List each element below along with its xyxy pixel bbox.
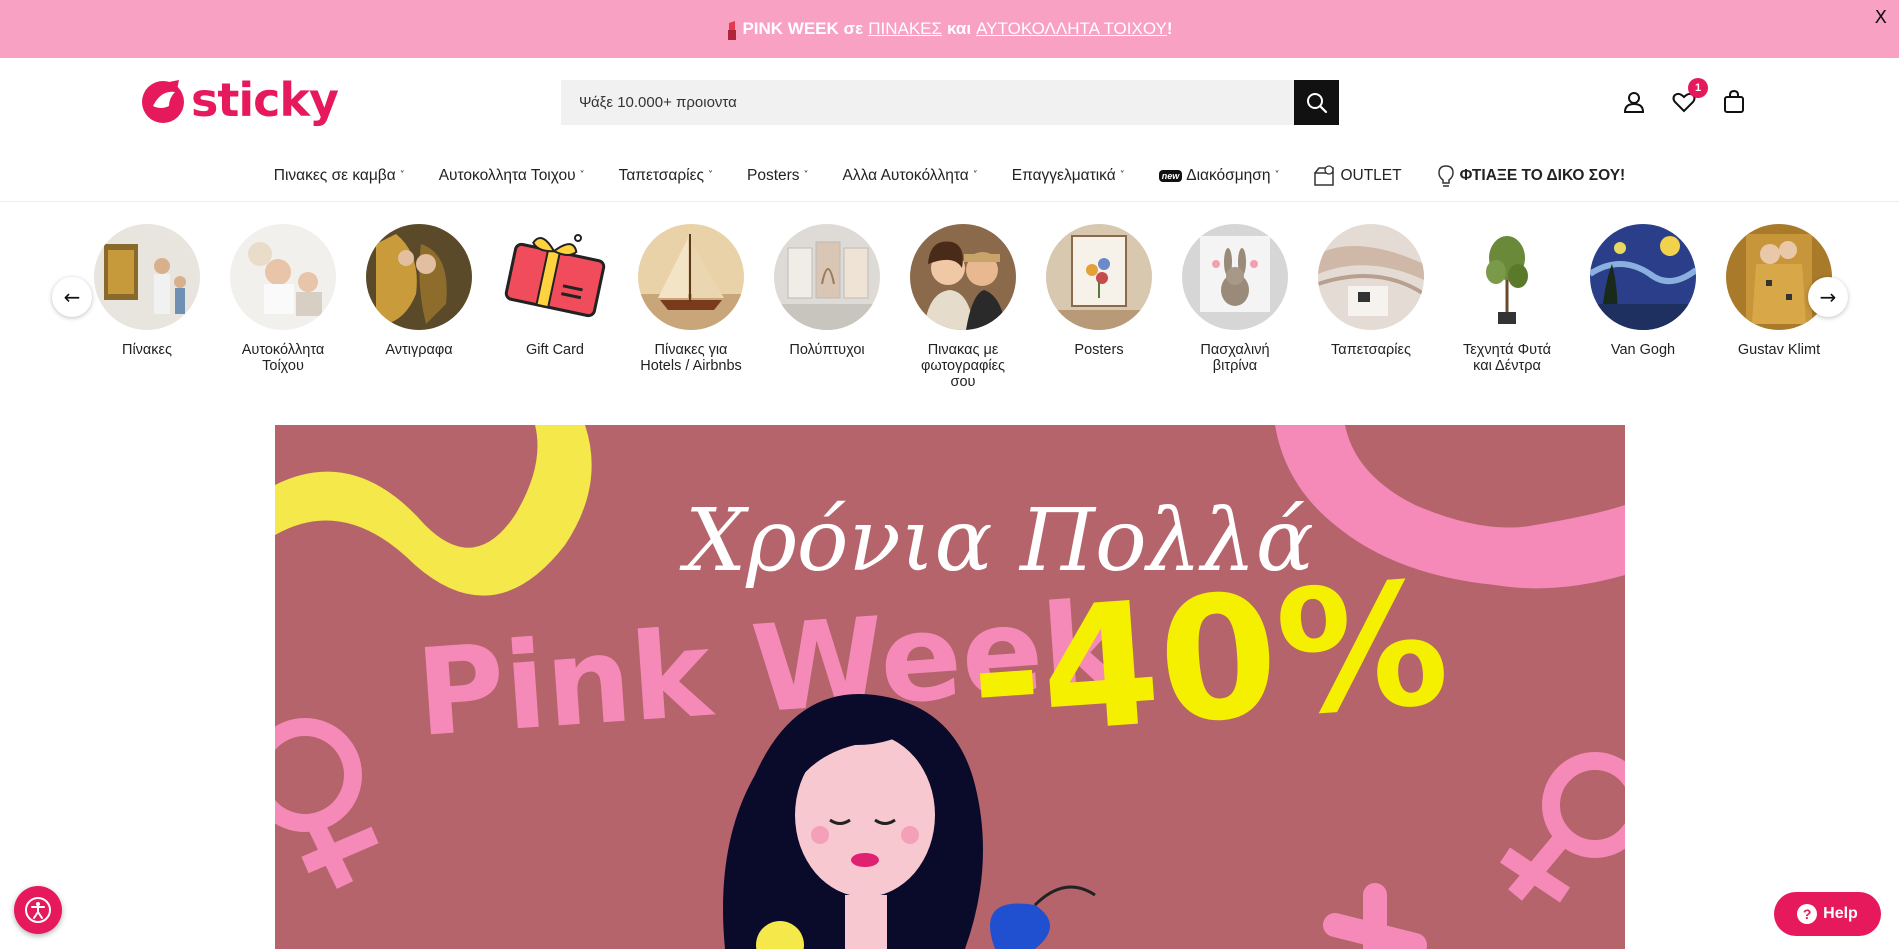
category-label: Posters bbox=[1074, 342, 1124, 358]
category-image bbox=[1046, 224, 1152, 330]
nav-item-professional[interactable]: Επαγγελματικά ˅ bbox=[995, 167, 1142, 185]
hero-artwork: Χρόνια Πολλά Pink Week -40% bbox=[275, 425, 1625, 949]
nav-item-make-your-own[interactable]: ΦΤΙΑΞΕ ΤΟ ΔΙΚΟ ΣΟΥ! bbox=[1419, 164, 1643, 188]
arrow-left-icon: ← bbox=[63, 285, 81, 309]
chevron-down-icon: ˅ bbox=[579, 169, 585, 181]
chevron-down-icon: ˅ bbox=[1274, 169, 1280, 181]
category-item-easter-window[interactable]: Πασχαλινή βιτρίνα bbox=[1167, 224, 1303, 374]
lipstick-icon bbox=[728, 21, 737, 40]
category-label: Gustav Klimt bbox=[1737, 342, 1821, 358]
logo-text: sticky bbox=[191, 73, 339, 127]
hero-discount: -40% bbox=[964, 545, 1454, 776]
category-image bbox=[1454, 224, 1560, 330]
category-image bbox=[230, 224, 336, 330]
nav-item-posters[interactable]: Posters ˅ bbox=[730, 167, 826, 185]
nav-item-decoration[interactable]: new Διακόσμηση ˅ bbox=[1142, 167, 1297, 185]
category-label: Τεχνητά Φυτά και Δέντρα bbox=[1463, 342, 1551, 374]
search-icon bbox=[1306, 92, 1327, 113]
category-item-posters[interactable]: Posters bbox=[1031, 224, 1167, 358]
main-navigation: Πινακες σε καμβα ˅ Αυτοκολλητα Τοιχου ˅ Τα… bbox=[0, 154, 1899, 198]
search-bar bbox=[561, 80, 1339, 125]
accessibility-button[interactable] bbox=[14, 886, 62, 934]
category-image bbox=[910, 224, 1016, 330]
user-icon bbox=[1623, 92, 1645, 113]
lightbulb-icon bbox=[1437, 165, 1454, 187]
category-item-gift-card[interactable]: Gift Card bbox=[487, 224, 623, 358]
announcement-close-button[interactable]: X bbox=[1875, 7, 1887, 28]
arrow-right-icon: → bbox=[1819, 285, 1837, 309]
announcement-link-wall-stickers[interactable]: ΑΥΤΟΚΟΛΛΗΤΑ ΤΟΙΧΟΥ bbox=[976, 19, 1167, 39]
category-carousel: ← Πίνακες Αυτοκόλλητα Τοίχου Αντιγραφα G… bbox=[0, 202, 1899, 402]
category-label: Ταπετσαρίες bbox=[1331, 342, 1411, 358]
header-actions: 1 bbox=[1620, 78, 1748, 116]
category-image bbox=[1726, 224, 1832, 330]
announcement-link-paintings[interactable]: ΠΙΝΑΚΕΣ bbox=[868, 19, 942, 39]
category-label: Πίνακες για Hotels / Airbnbs bbox=[640, 342, 742, 374]
category-image bbox=[1590, 224, 1696, 330]
category-item-hotel-paintings[interactable]: Πίνακες για Hotels / Airbnbs bbox=[623, 224, 759, 374]
help-label: Help bbox=[1823, 905, 1858, 922]
category-item-wallpapers[interactable]: Ταπετσαρίες bbox=[1303, 224, 1439, 358]
category-item-wall-stickers[interactable]: Αυτοκόλλητα Τοίχου bbox=[215, 224, 351, 374]
chevron-down-icon: ˅ bbox=[803, 169, 809, 181]
category-image bbox=[774, 224, 880, 330]
category-label: Αυτοκόλλητα Τοίχου bbox=[241, 342, 325, 374]
announcement-end: ! bbox=[1166, 19, 1173, 38]
category-label: Πασχαλινή βιτρίνα bbox=[1200, 342, 1270, 374]
category-image bbox=[94, 224, 200, 330]
hero-banner[interactable]: Χρόνια Πολλά Pink Week -40% bbox=[275, 425, 1625, 949]
category-image bbox=[502, 224, 608, 330]
new-tag-badge: new bbox=[1158, 170, 1183, 182]
nav-item-wall-stickers[interactable]: Αυτοκολλητα Τοιχου ˅ bbox=[422, 167, 602, 185]
category-item-replicas[interactable]: Αντιγραφα bbox=[351, 224, 487, 358]
search-button[interactable] bbox=[1294, 80, 1339, 125]
category-label: Gift Card bbox=[525, 342, 584, 358]
chevron-down-icon: ˅ bbox=[972, 169, 978, 181]
nav-item-wallpapers[interactable]: Ταπετσαρίες ˅ bbox=[602, 167, 730, 185]
logo-mark-icon bbox=[142, 80, 184, 123]
wishlist-count-badge: 1 bbox=[1688, 78, 1708, 98]
cart-button[interactable] bbox=[1720, 88, 1748, 116]
nav-item-paintings[interactable]: Πινακες σε καμβα ˅ bbox=[257, 167, 422, 185]
shopping-bag-icon bbox=[1724, 90, 1744, 113]
category-label: Πίνακες bbox=[121, 342, 173, 358]
chevron-down-icon: ˅ bbox=[1119, 169, 1125, 181]
category-label: Van Gogh bbox=[1610, 342, 1676, 358]
category-item-photo-canvas[interactable]: Πινακας με φωτογραφίες σου bbox=[895, 224, 1031, 390]
category-item-artificial-plants[interactable]: Τεχνητά Φυτά και Δέντρα bbox=[1439, 224, 1575, 374]
category-image bbox=[638, 224, 744, 330]
wishlist-button[interactable]: 1 bbox=[1670, 78, 1708, 116]
category-image bbox=[1182, 224, 1288, 330]
nav-item-outlet[interactable]: OUTLET bbox=[1296, 165, 1418, 187]
category-item-van-gogh[interactable]: Van Gogh bbox=[1575, 224, 1711, 358]
category-label: Πολύπτυχοι bbox=[789, 342, 865, 358]
search-input[interactable] bbox=[561, 80, 1294, 125]
chevron-down-icon: ˅ bbox=[399, 169, 405, 181]
category-item-paintings[interactable]: Πίνακες bbox=[79, 224, 215, 358]
category-item-polyptychs[interactable]: Πολύπτυχοι bbox=[759, 224, 895, 358]
site-header: sticky 1 bbox=[0, 58, 1899, 202]
chevron-down-icon: ˅ bbox=[707, 169, 713, 181]
category-label: Πινακας με φωτογραφίες σου bbox=[920, 342, 1006, 390]
category-label: Αντιγραφα bbox=[385, 342, 453, 358]
announcement-and: και bbox=[947, 19, 972, 38]
category-image bbox=[366, 224, 472, 330]
accessibility-icon bbox=[25, 897, 51, 923]
announcement-bar: PINK WEEK σε ΠΙΝΑΚΕΣ και ΑΥΤΟΚΟΛΛΗΤΑ ΤΟΙ… bbox=[0, 0, 1899, 58]
category-image bbox=[1318, 224, 1424, 330]
logo[interactable]: sticky bbox=[139, 73, 339, 127]
announcement-text: PINK WEEK σε bbox=[742, 19, 864, 38]
nav-item-other-stickers[interactable]: Αλλα Αυτοκόλλητα ˅ bbox=[826, 167, 995, 185]
account-button[interactable] bbox=[1620, 88, 1648, 116]
carousel-next-button[interactable]: → bbox=[1808, 277, 1848, 317]
question-icon: ? bbox=[1797, 904, 1818, 924]
outlet-box-icon bbox=[1314, 165, 1335, 186]
help-button[interactable]: ? Help bbox=[1774, 892, 1881, 936]
